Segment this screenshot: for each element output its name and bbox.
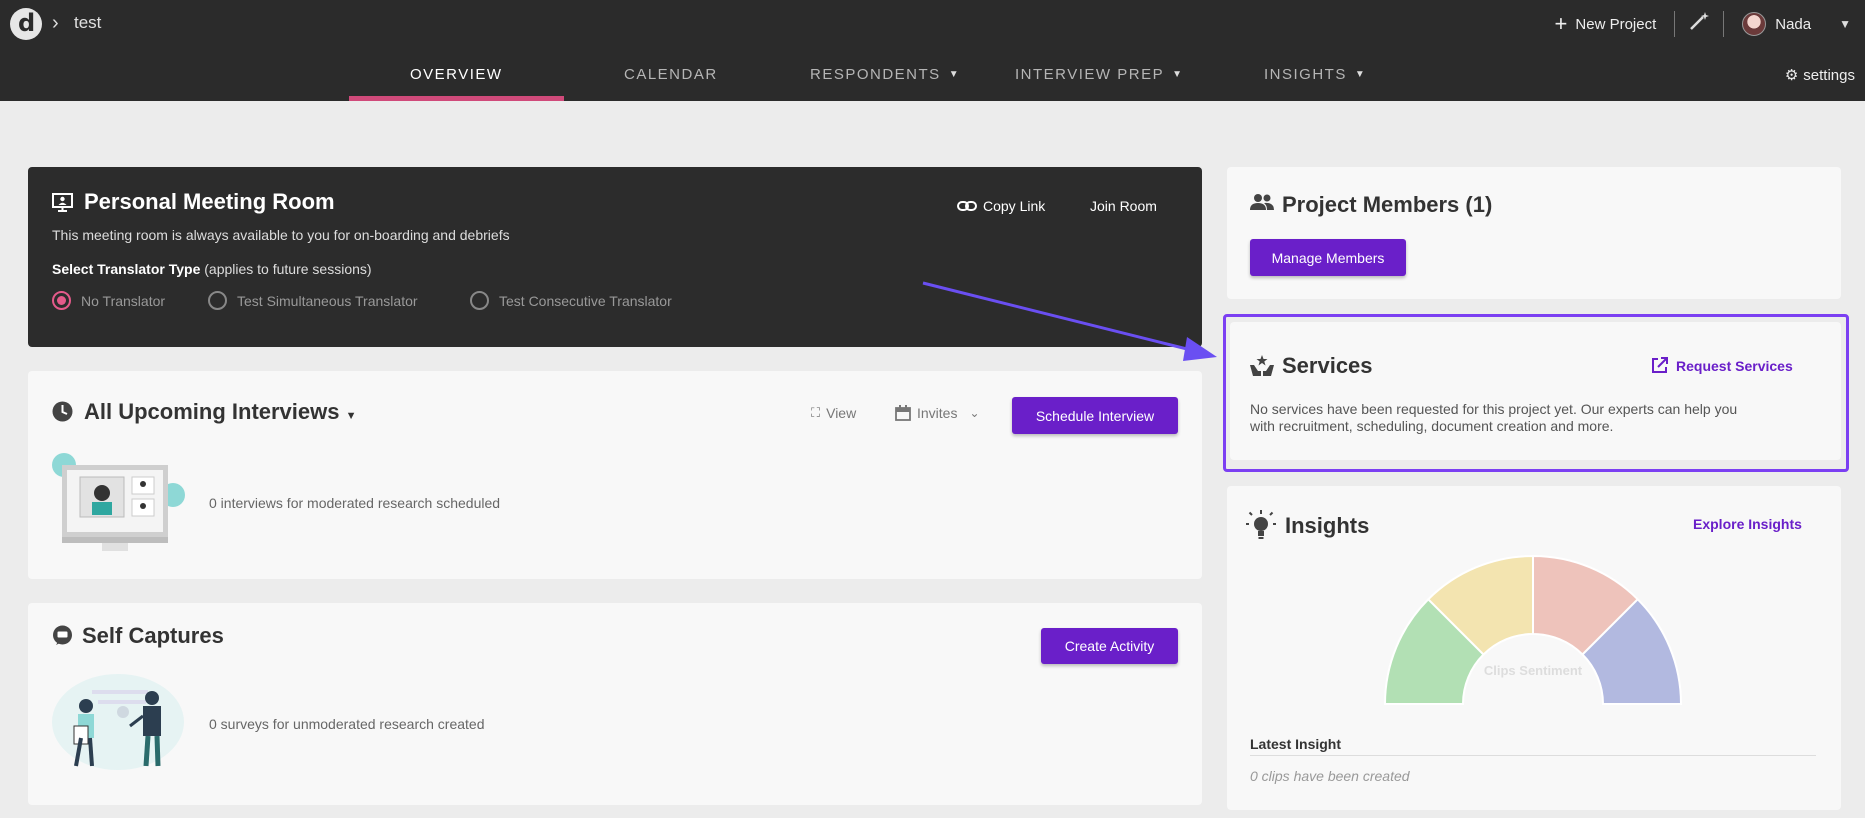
radio-label: No Translator (81, 292, 166, 309)
schedule-interview-button[interactable]: Schedule Interview (1012, 397, 1178, 434)
services-description: No services have been requested for this… (1250, 401, 1737, 435)
tab-calendar-label: CALENDAR (624, 66, 718, 83)
view-button[interactable]: ⛶ View (811, 405, 856, 421)
upcoming-title-text: All Upcoming Interviews (84, 399, 340, 424)
people-icon (1250, 194, 1274, 210)
active-tab-indicator (349, 96, 564, 101)
chevron-down-icon[interactable]: ▼ (1839, 17, 1851, 31)
plus-icon: + (1554, 11, 1568, 36)
app-logo[interactable] (10, 8, 42, 40)
radio-no-translator[interactable]: No Translator (52, 291, 165, 310)
radio-consecutive-translator[interactable]: Test Consecutive Translator (470, 291, 672, 310)
request-services-link[interactable]: Request Services (1651, 357, 1793, 374)
new-project-button[interactable]: + New Project (1555, 13, 1657, 35)
services-desc-line1: No services have been requested for this… (1250, 401, 1738, 417)
user-name[interactable]: Nada (1775, 16, 1811, 33)
chat-bubble-icon (53, 625, 72, 645)
invites-dropdown[interactable]: Invites ⌄ (895, 405, 980, 421)
interviews-empty-text: 0 interviews for moderated research sche… (209, 495, 501, 511)
gear-icon: ⚙ (1784, 67, 1799, 84)
tab-insights[interactable]: INSIGHTS ▼ (1264, 66, 1366, 83)
top-bar: › test + New Project Nada ▼ OVERVIEW CAL… (0, 0, 1865, 101)
self-captures-empty-text: 0 surveys for unmoderated research creat… (209, 716, 485, 732)
user-avatar[interactable] (1742, 12, 1767, 36)
create-activity-button[interactable]: Create Activity (1041, 628, 1178, 664)
settings-button[interactable]: ⚙ settings (1784, 66, 1855, 85)
copy-link-label: Copy Link (983, 198, 1046, 214)
services-desc-line2: with recruitment, scheduling, document c… (1250, 418, 1614, 434)
clips-empty-text: 0 clips have been created (1250, 768, 1410, 784)
tab-overview-label: OVERVIEW (410, 66, 503, 83)
expand-icon: ⛶ (811, 405, 821, 420)
clock-icon (52, 401, 73, 422)
divider (1250, 755, 1816, 756)
radio-checked-icon[interactable] (52, 291, 71, 310)
settings-label: settings (1803, 66, 1855, 84)
presentation-icon (52, 193, 73, 212)
divider (1723, 11, 1725, 37)
radio-unchecked-icon[interactable] (208, 291, 227, 310)
translator-hint: (applies to future sessions) (204, 261, 372, 277)
tab-calendar[interactable]: CALENDAR (624, 66, 718, 83)
project-nav: OVERVIEW CALENDAR RESPONDENTS ▼ INTERVIE… (0, 56, 1865, 101)
calendar-icon (895, 405, 911, 421)
tab-insights-label: INSIGHTS (1264, 66, 1347, 83)
caret-down-icon: ▼ (345, 410, 357, 422)
caret-down-icon: ▼ (1354, 69, 1367, 80)
tab-overview[interactable]: OVERVIEW (410, 66, 503, 83)
external-link-icon (1652, 357, 1668, 373)
self-captures-title: Self Captures (82, 623, 224, 648)
meeting-room-title: Personal Meeting Room (84, 189, 335, 214)
breadcrumb-project[interactable]: test (74, 13, 101, 33)
magic-wand-icon[interactable] (1675, 10, 1723, 38)
services-title: Services (1282, 353, 1373, 378)
service-hands-icon (1250, 355, 1274, 376)
insights-title: Insights (1285, 513, 1370, 538)
radio-unchecked-icon[interactable] (470, 291, 489, 310)
clips-sentiment-gauge (1383, 554, 1683, 705)
services-highlight-frame (1223, 314, 1849, 472)
project-members-title: Project Members (1) (1282, 192, 1493, 217)
link-icon (957, 201, 977, 211)
annotation-arrow (922, 281, 1217, 361)
request-services-label: Request Services (1676, 357, 1793, 374)
manage-members-button[interactable]: Manage Members (1250, 239, 1406, 276)
self-capture-illustration (52, 674, 184, 770)
translator-label-bold: Select Translator Type (52, 261, 201, 277)
translator-type-label: Select Translator Type (applies to futur… (52, 261, 372, 277)
caret-down-icon: ▼ (948, 69, 961, 80)
new-project-label: New Project (1575, 15, 1657, 33)
chevron-right-icon: › (52, 12, 59, 34)
radio-simultaneous-translator[interactable]: Test Simultaneous Translator (208, 291, 418, 310)
radio-label: Test Consecutive Translator (499, 292, 672, 309)
tab-interview-prep-label: INTERVIEW PREP (1015, 66, 1165, 83)
tab-respondents[interactable]: RESPONDENTS ▼ (810, 66, 960, 83)
upcoming-interviews-title[interactable]: All Upcoming Interviews ▼ (84, 399, 357, 425)
latest-insight-label: Latest Insight (1250, 736, 1342, 752)
lightbulb-icon (1246, 510, 1276, 539)
tab-interview-prep[interactable]: INTERVIEW PREP ▼ (1015, 66, 1184, 83)
interview-illustration (52, 453, 185, 551)
copy-link-button[interactable]: Copy Link (957, 198, 1045, 214)
meeting-room-description: This meeting room is always available to… (52, 227, 510, 243)
top-right-actions: + New Project Nada ▼ (1555, 0, 1865, 48)
gauge-label: Clips Sentiment (1483, 663, 1583, 678)
view-label: View (826, 405, 857, 421)
join-room-button[interactable]: Join Room (1090, 198, 1157, 214)
radio-label: Test Simultaneous Translator (237, 292, 418, 309)
caret-down-icon: ▼ (1172, 69, 1184, 80)
invites-label: Invites (917, 405, 958, 421)
tab-respondents-label: RESPONDENTS (810, 66, 941, 83)
explore-insights-link[interactable]: Explore Insights (1693, 516, 1802, 532)
project-members-card (1227, 167, 1841, 299)
chevron-down-icon: ⌄ (969, 406, 980, 420)
